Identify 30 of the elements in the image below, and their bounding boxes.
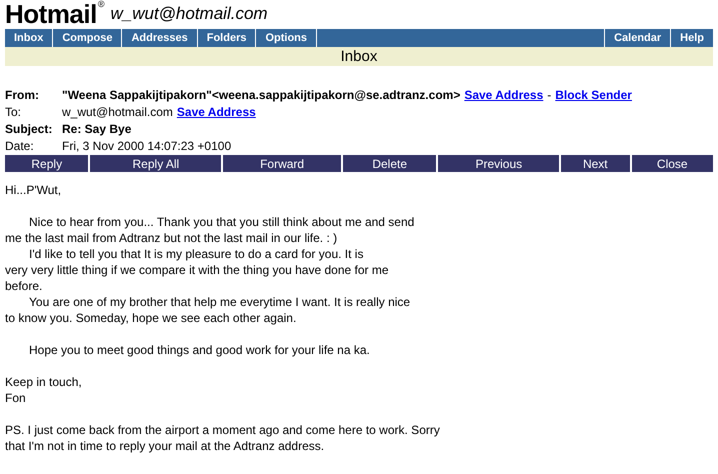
header-link[interactable]: Save Address <box>176 104 256 121</box>
message-paragraph: I'd like to tell you that It is my pleasure to do a card for you. It is very very little thing if we compare it with the thing you have done for me before. <box>5 246 390 294</box>
action-button[interactable]: Close <box>632 155 713 172</box>
header-label: Subject: <box>5 121 54 138</box>
message-paragraph: PS. I just come back from the airport a moment ago and come here to work. Sorry that I'm not in time to reply your mail at the Adtranz address. <box>5 422 441 454</box>
link-separator: - <box>547 87 552 104</box>
action-button[interactable]: Next <box>561 155 630 172</box>
header-label: Date: <box>5 138 35 155</box>
message-paragraph: Hi...P'Wut, <box>5 182 62 198</box>
header-label: To: <box>5 104 22 121</box>
message-paragraph: You are one of my brother that help me everytime I want. It is really nice to know you. Someday, hope we see each other again. <box>5 294 412 326</box>
header-value: w_wut@hotmail.com <box>62 104 173 121</box>
account-email: w_wut@hotmail.com <box>110 3 268 25</box>
header-value: Re: Say Bye <box>62 121 132 138</box>
header-link[interactable]: Block Sender <box>555 87 632 104</box>
header-value: Fri, 3 Nov 2000 14:07:23 +0100 <box>62 138 232 155</box>
header-link[interactable]: Save Address <box>464 87 544 104</box>
message-paragraph: Hope you to meet good things and good work for your life na ka. <box>28 342 371 358</box>
action-button[interactable]: Reply All <box>90 155 222 172</box>
message-paragraph: Keep in touch, Fon <box>5 374 83 406</box>
action-button[interactable]: Reply <box>5 155 88 172</box>
action-button[interactable]: Delete <box>342 155 436 172</box>
header-value: "Weena Sappakijtipakorn"<weena.sappakijtipakorn@se.adtranz.com> <box>62 87 460 104</box>
action-button[interactable]: Previous <box>438 155 560 172</box>
header-label: From: <box>5 87 40 104</box>
hotmail-logo: Hotmail <box>5 0 97 29</box>
folder-title: Inbox <box>5 47 713 66</box>
registered-mark: ® <box>98 0 104 9</box>
message-paragraph: Nice to hear from you... Thank you that you still think about me and send me the last mail from Adtranz but not the last mail in our life. : ) <box>5 214 416 246</box>
action-button[interactable]: Forward <box>223 155 341 172</box>
